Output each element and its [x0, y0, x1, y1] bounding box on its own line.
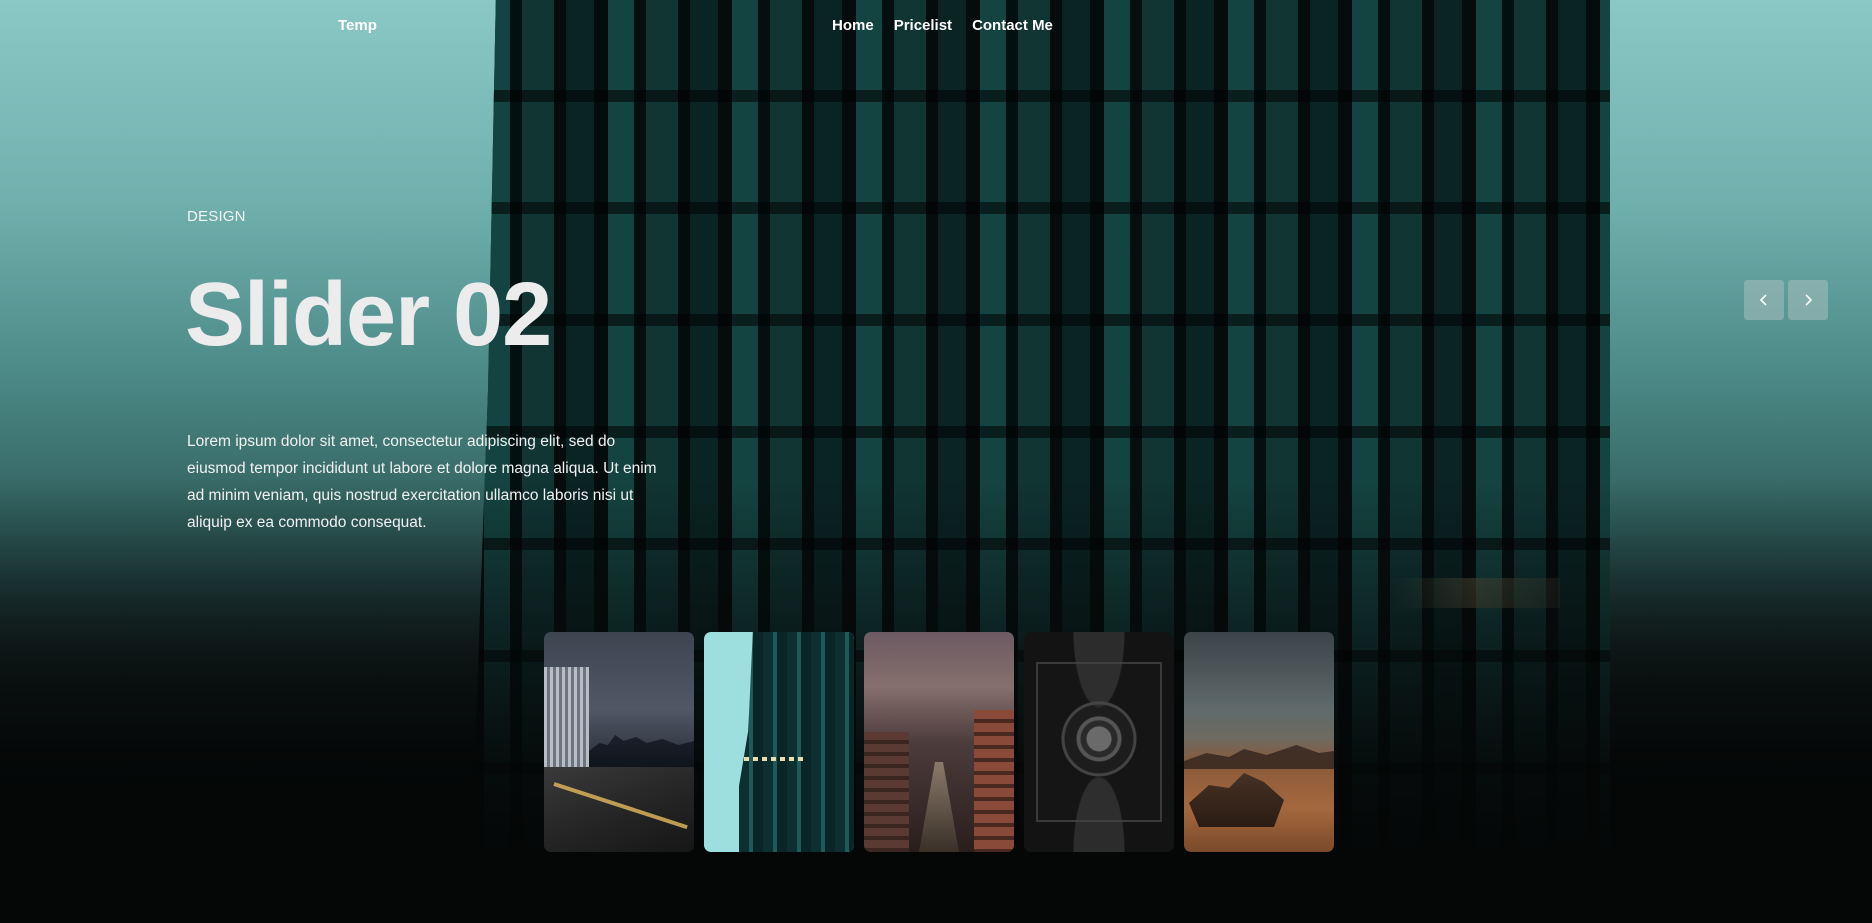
main-nav: Home Pricelist Contact Me: [832, 17, 1053, 34]
thumbnail-strip: [544, 632, 1334, 852]
nav-contact-me[interactable]: Contact Me: [972, 17, 1053, 34]
slide-description: Lorem ipsum dolor sit amet, consectetur …: [187, 433, 657, 531]
slide-category: DESIGN: [187, 208, 246, 225]
thumbnail-city-canal[interactable]: [864, 632, 1014, 852]
thumbnail-ornate-ceiling[interactable]: [1024, 632, 1174, 852]
brand-logo[interactable]: Temp: [338, 17, 377, 34]
nav-home[interactable]: Home: [832, 17, 874, 34]
next-slide-button[interactable]: [1788, 280, 1828, 320]
chevron-right-icon: [1805, 294, 1813, 306]
slide-title: Slider 02: [185, 265, 552, 365]
thumbnail-desert-rocks[interactable]: [1184, 632, 1334, 852]
prev-slide-button[interactable]: [1744, 280, 1784, 320]
nav-pricelist[interactable]: Pricelist: [894, 17, 952, 34]
thumbnail-glass-tower[interactable]: [704, 632, 854, 852]
thumbnail-city-waterfront[interactable]: [544, 632, 694, 852]
chevron-left-icon: [1759, 294, 1767, 306]
